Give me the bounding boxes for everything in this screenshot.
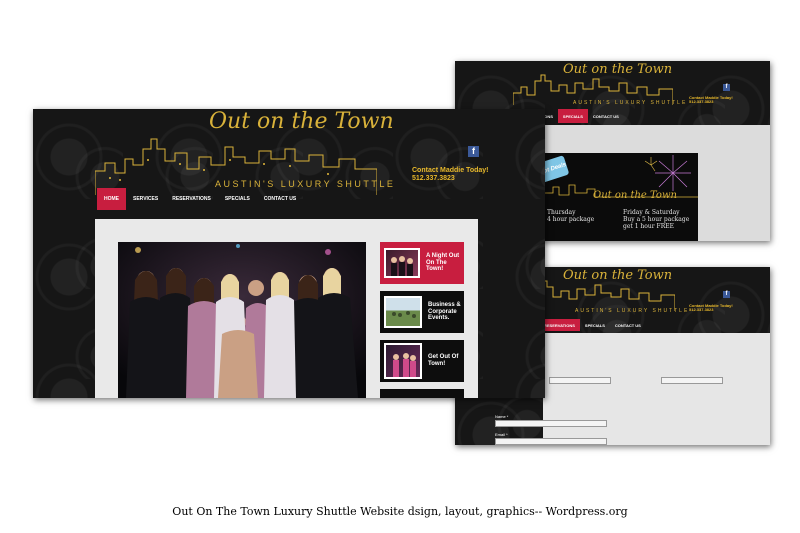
content-panel: A Night Out On The Town! Business & Corp… xyxy=(95,219,478,398)
site-logo[interactable]: Out on the Town xyxy=(563,62,672,77)
specials-banner: Hot Deals Out on the Town Thursday 4 hou… xyxy=(536,153,698,241)
sidebar-item-label: A Night Out On The Town! xyxy=(426,252,460,273)
night-out-thumb-graphic xyxy=(391,256,413,276)
main-nav: RESERVATIONS SPECIALS CONTACT US xyxy=(539,319,646,331)
corporate-thumbnail xyxy=(384,296,422,328)
facebook-icon[interactable]: f xyxy=(723,291,730,298)
sidebar-item-night-out[interactable]: A Night Out On The Town! xyxy=(380,242,464,284)
contact-info: Contact Maddie Today! 512.337.3823 xyxy=(689,303,733,313)
form-field-left[interactable] xyxy=(549,377,611,384)
party-photo-graphic xyxy=(118,242,366,398)
nav-item-specials[interactable]: SPECIALS xyxy=(580,319,610,331)
contact-info: Contact Maddie Today! 512.337.3823 xyxy=(412,167,488,182)
deal-weekend: Friday & Saturday Buy a 5 hour package g… xyxy=(623,209,689,231)
contact-phone: 512.337.3823 xyxy=(412,174,455,182)
site-logo[interactable]: Out on the Town xyxy=(563,268,672,283)
deal-weekend-package: Buy a 5 hour package xyxy=(623,216,690,224)
deal-thursday-package: 4 hour package xyxy=(547,216,595,224)
featured-photo[interactable] xyxy=(118,242,366,398)
sidebar-item-out-of-town[interactable]: Get Out Of Town! xyxy=(380,340,464,382)
sidebar-item-corporate[interactable]: Business & Corporate Events. xyxy=(380,291,464,333)
email-label: Email * xyxy=(495,432,508,437)
nav-item-reservations[interactable]: RESERVATIONS xyxy=(539,319,580,331)
contact-phone: 512.337.3823 xyxy=(689,99,714,105)
contact-info: Contact Maddie Today! 512.337.3823 xyxy=(689,95,733,105)
facebook-icon[interactable]: f xyxy=(468,146,479,157)
nav-item-home[interactable]: HOME xyxy=(97,188,126,210)
nav-item-specials[interactable]: SPECIALS xyxy=(218,188,257,210)
nav-item-specials[interactable]: SPECIALS xyxy=(557,109,588,123)
portfolio-caption: Out On The Town Luxury Shuttle Website d… xyxy=(172,505,628,518)
corporate-thumb-graphic xyxy=(392,311,416,318)
banner-skyline xyxy=(543,184,698,201)
main-nav: HOME SERVICES RESERVATIONS SPECIALS CONT… xyxy=(97,188,303,210)
nav-item-services[interactable]: SERVICES xyxy=(126,188,165,210)
deal-weekend-bonus: get 1 hour FREE xyxy=(623,223,674,231)
name-input[interactable] xyxy=(495,420,607,427)
deal-thursday-title: Thursday xyxy=(547,209,576,216)
deal-weekend-title: Friday & Saturday xyxy=(623,209,680,216)
nav-item-contact[interactable]: CONTACT US xyxy=(610,319,646,331)
site-logo[interactable]: Out on the Town xyxy=(209,109,394,134)
sidebar-item-label: Get Out Of Town! xyxy=(428,354,459,367)
out-of-town-thumbnail xyxy=(384,343,422,379)
site-tagline: AUSTIN'S LUXURY SHUTTLE xyxy=(575,308,690,314)
home-page-screenshot: Out on the Town AUSTIN'S LUXURY SHUTTLE … xyxy=(33,109,545,398)
night-out-thumbnail xyxy=(384,248,420,278)
out-of-town-thumb-graphic xyxy=(393,353,416,377)
name-label: Name * xyxy=(495,414,509,419)
contact-line1: Contact Maddie Today! xyxy=(412,167,489,174)
sidebar-item-label: Business & Corporate Events. xyxy=(428,301,461,322)
site-tagline: AUSTIN'S LUXURY SHUTTLE xyxy=(573,100,688,106)
form-field-right[interactable] xyxy=(661,377,723,384)
form-panel xyxy=(543,333,770,445)
sidebar-item-more[interactable] xyxy=(380,389,464,398)
email-input[interactable] xyxy=(495,438,607,445)
nav-item-contact[interactable]: CONTACT US xyxy=(588,109,624,123)
nav-item-contact[interactable]: CONTACT US xyxy=(257,188,303,210)
deal-thursday: Thursday 4 hour package xyxy=(547,209,594,223)
nav-item-reservations[interactable]: RESERVATIONS xyxy=(165,188,218,210)
contact-phone: 512.337.3823 xyxy=(689,307,714,313)
facebook-icon[interactable]: f xyxy=(723,84,730,91)
